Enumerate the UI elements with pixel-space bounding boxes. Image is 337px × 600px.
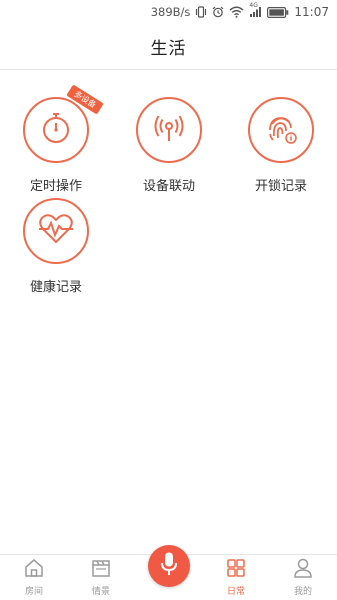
nav-item-mine[interactable]: 我的 bbox=[278, 557, 328, 597]
signal-icon: 4G bbox=[249, 2, 262, 18]
clapperboard-icon bbox=[90, 557, 112, 583]
device-linkage-circle bbox=[136, 97, 202, 163]
timer-operation-item[interactable]: 多设备 定时操作 bbox=[6, 84, 106, 194]
page-title: 生活 bbox=[150, 39, 187, 59]
device-linkage-label: 设备联动 bbox=[142, 179, 195, 194]
nav-label-mine: 我的 bbox=[293, 587, 312, 597]
device-linkage-item[interactable]: 设备联动 bbox=[119, 97, 219, 194]
stopwatch-icon bbox=[41, 111, 71, 149]
voice-mic-button[interactable] bbox=[148, 545, 190, 587]
unlock-record-item[interactable]: 开锁记录 bbox=[231, 97, 331, 194]
microphone-icon bbox=[159, 551, 179, 581]
alarm-icon bbox=[212, 6, 224, 18]
health-record-label: 健康记录 bbox=[29, 280, 82, 295]
clock-time: 11:07 bbox=[294, 5, 329, 19]
network-type: 4G bbox=[249, 2, 258, 9]
header: 生活 bbox=[0, 24, 337, 70]
nav-label-room: 房间 bbox=[24, 587, 43, 597]
health-record-circle bbox=[23, 198, 89, 264]
person-icon bbox=[292, 557, 314, 583]
multi-device-badge: 多设备 bbox=[66, 84, 104, 115]
nav-label-daily: 日常 bbox=[226, 587, 245, 597]
unlock-record-circle bbox=[248, 97, 314, 163]
nav-item-scene[interactable]: 情景 bbox=[76, 557, 126, 597]
wifi-icon bbox=[229, 6, 244, 18]
status-bar: 389B/s 4G 11:07 bbox=[0, 0, 337, 24]
health-record-item[interactable]: 健康记录 bbox=[6, 198, 106, 295]
nav-item-room[interactable]: 房间 bbox=[9, 557, 59, 597]
unlock-record-label: 开锁记录 bbox=[254, 179, 307, 194]
timer-operation-circle: 多设备 bbox=[23, 84, 104, 163]
vibrate-icon bbox=[195, 6, 207, 18]
nav-label-scene: 情景 bbox=[91, 587, 110, 597]
timer-operation-label: 定时操作 bbox=[29, 179, 82, 194]
battery-icon bbox=[267, 6, 289, 18]
linkage-antenna-icon bbox=[152, 111, 186, 149]
house-icon bbox=[23, 557, 45, 583]
heartbeat-icon bbox=[37, 213, 75, 249]
grid-icon bbox=[225, 557, 247, 583]
nav-item-daily[interactable]: 日常 bbox=[211, 557, 261, 597]
network-speed: 389B/s bbox=[150, 5, 191, 19]
fingerprint-icon bbox=[263, 110, 299, 150]
